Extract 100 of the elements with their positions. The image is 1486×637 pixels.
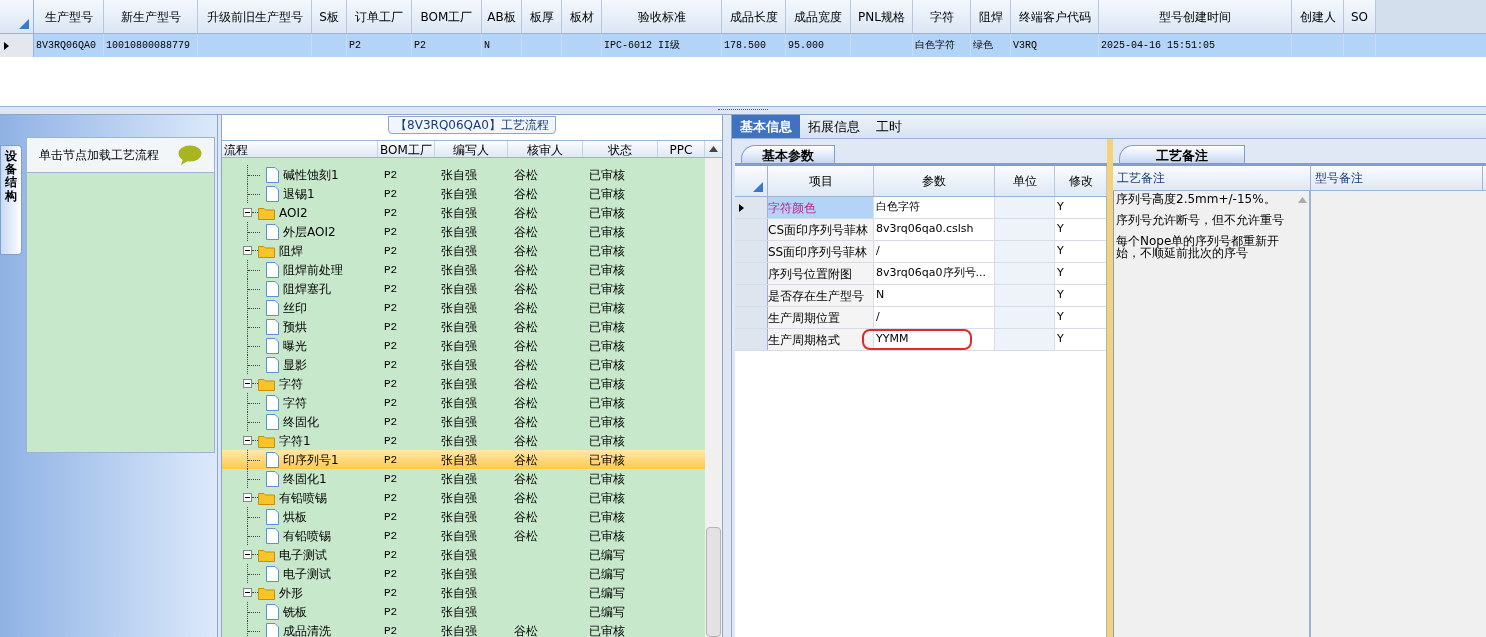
column-header[interactable]: 创建人: [1292, 0, 1344, 33]
tree-row[interactable]: 字符 P2 张自强 谷松 已审核: [222, 374, 705, 393]
table-cell-text: Y: [1056, 221, 1065, 238]
tree-row[interactable]: 退锡1 P2 张自强 谷松 已审核: [222, 184, 705, 203]
table-cell: 已审核: [589, 338, 625, 353]
table-row[interactable]: 是否存在生产型号 N Y: [735, 285, 1106, 307]
table-cell: SS面印序列号菲林: [768, 241, 874, 262]
table-row[interactable]: 8V3RQ06QA0 10010800088779 P2 P2 N IPC-6012 II级 178.500 95.000 白色字符 绿色 V3RQ 2025-04-16 15:51:05: [0, 34, 1486, 57]
column-header[interactable]: 流程: [222, 141, 378, 157]
note-text: 序列号高度2.5mm+/-15%。: [1116, 193, 1277, 205]
tree-row[interactable]: 碱性蚀刻1 P2 张自强 谷松 已审核: [222, 165, 705, 184]
tab[interactable]: 工时: [868, 115, 910, 138]
column-header[interactable]: 成品长度: [722, 0, 786, 33]
table-cell: 张自强: [441, 167, 477, 182]
collapse-icon[interactable]: [243, 550, 252, 559]
column-header[interactable]: 终端客户代码: [1011, 0, 1099, 33]
column-header[interactable]: 型号创建时间: [1099, 0, 1292, 33]
table-cell: 张自强: [441, 452, 477, 467]
tree-row[interactable]: 铣板 P2 张自强 已编写: [222, 602, 705, 621]
column-header[interactable]: 板厚: [522, 0, 562, 33]
table-row[interactable]: CS面印序列号菲林 8v3rq06qa0.cslsh Y: [735, 219, 1106, 241]
column-header[interactable]: S板: [312, 0, 347, 33]
tree-row[interactable]: 阻焊塞孔 P2 张自强 谷松 已审核: [222, 279, 705, 298]
table-row[interactable]: SS面印序列号菲林 / Y: [735, 241, 1106, 263]
collapse-icon[interactable]: [243, 588, 252, 597]
column-header[interactable]: 成品宽度: [786, 0, 851, 33]
tree-row[interactable]: 电子测试 P2 张自强 已编写: [222, 545, 705, 564]
scroll-up-icon[interactable]: [709, 146, 718, 152]
tree-row[interactable]: 阻焊 P2 张自强 谷松 已审核: [222, 241, 705, 260]
document-icon: [266, 280, 279, 297]
tree-group-label: 字符1: [279, 432, 311, 450]
column-header[interactable]: 阻焊: [971, 0, 1011, 33]
column-header[interactable]: 参数: [874, 166, 995, 196]
column-header[interactable]: AB板: [482, 0, 522, 33]
table-cell: 张自强: [441, 414, 477, 429]
collapse-icon[interactable]: [243, 246, 252, 255]
table-cell: P2: [384, 169, 398, 182]
vertical-tab[interactable]: 设备结构: [0, 145, 22, 255]
tree-row[interactable]: 成品清洗 P2 张自强 谷松 已审核: [222, 621, 705, 637]
column-header[interactable]: BOM工厂: [378, 141, 435, 157]
tree-row[interactable]: 终固化1 P2 张自强 谷松 已审核: [222, 469, 705, 488]
column-header[interactable]: 验收标准: [602, 0, 722, 33]
table-row[interactable]: 序列号位置附图 8v3rq06qa0序列号... Y: [735, 263, 1106, 285]
collapse-icon[interactable]: [243, 208, 252, 217]
tab[interactable]: 工艺备注: [1119, 145, 1245, 163]
tab[interactable]: 基本信息: [732, 115, 800, 138]
column-header[interactable]: PPC: [658, 141, 705, 157]
tree-row[interactable]: 烘板 P2 张自强 谷松 已审核: [222, 507, 705, 526]
table-cell: P2: [384, 511, 398, 524]
tree-row[interactable]: 外形 P2 张自强 已编写: [222, 583, 705, 602]
collapse-icon[interactable]: [243, 436, 252, 445]
column-header[interactable]: 核审人: [508, 141, 583, 157]
tree-row[interactable]: 外层AOI2 P2 张自强 谷松 已审核: [222, 222, 705, 241]
column-header[interactable]: 型号备注: [1311, 166, 1483, 190]
tree-row[interactable]: 电子测试 P2 张自强 已编写: [222, 564, 705, 583]
tree-row[interactable]: 曝光 P2 张自强 谷松 已审核: [222, 336, 705, 355]
scrollbar[interactable]: [705, 158, 722, 637]
tree-row[interactable]: 预烘 P2 张自强 谷松 已审核: [222, 317, 705, 336]
column-header[interactable]: 升级前旧生产型号: [198, 0, 312, 33]
column-header[interactable]: 字符: [913, 0, 971, 33]
table-row[interactable]: 字符颜色 白色字符 Y: [735, 197, 1106, 219]
column-header[interactable]: 单位: [995, 166, 1055, 196]
column-header[interactable]: 生产型号: [34, 0, 104, 33]
row-header[interactable]: [0, 34, 34, 57]
table-row[interactable]: 生产周期格式 YYMM Y: [735, 329, 1106, 351]
column-header[interactable]: 新生产型号: [104, 0, 198, 33]
splitter-grip[interactable]: [718, 109, 768, 112]
table-row[interactable]: 生产周期位置 / Y: [735, 307, 1106, 329]
table-cell: P2: [384, 435, 398, 448]
column-header[interactable]: 编写人: [435, 141, 508, 157]
tab[interactable]: 基本参数: [741, 145, 835, 163]
column-header[interactable]: PNL规格: [851, 0, 913, 33]
document-icon: [266, 185, 279, 202]
tree-row[interactable]: 丝印 P2 张自强 谷松 已审核: [222, 298, 705, 317]
column-header[interactable]: BOM工厂: [412, 0, 482, 33]
tree-item-label: 曝光: [283, 337, 307, 355]
tree-row[interactable]: AOI2 P2 张自强 谷松 已审核: [222, 203, 705, 222]
tree-row[interactable]: 终固化 P2 张自强 谷松 已审核: [222, 412, 705, 431]
column-header[interactable]: 状态: [583, 141, 658, 157]
collapse-icon[interactable]: [243, 493, 252, 502]
tree-row[interactable]: 字符1 P2 张自强 谷松 已审核: [222, 431, 705, 450]
folder-icon: [258, 376, 275, 391]
table-cell: 张自强: [441, 281, 477, 296]
row-header[interactable]: [735, 197, 768, 218]
tree-row[interactable]: 有铅喷锡 P2 张自强 谷松 已审核: [222, 488, 705, 507]
column-header[interactable]: 工艺备注: [1113, 166, 1311, 190]
column-header[interactable]: 板材: [562, 0, 602, 33]
collapse-icon[interactable]: [243, 379, 252, 388]
table-cell: 已审核: [589, 623, 625, 637]
tree-row[interactable]: 字符 P2 张自强 谷松 已审核: [222, 393, 705, 412]
tree-row[interactable]: 阻焊前处理 P2 张自强 谷松 已审核: [222, 260, 705, 279]
tree-row[interactable]: 显影 P2 张自强 谷松 已审核: [222, 355, 705, 374]
tree-row[interactable]: 有铅喷锡 P2 张自强 谷松 已审核: [222, 526, 705, 545]
table-cell-text: Y: [1056, 199, 1065, 216]
tree-row[interactable]: 印序列号1 P2 张自强 谷松 已审核: [222, 450, 705, 469]
table-cell: [995, 285, 1055, 306]
column-header[interactable]: 订单工厂: [347, 0, 412, 33]
column-header[interactable]: 项目: [768, 166, 874, 196]
tab[interactable]: 拓展信息: [800, 115, 868, 138]
table-cell: P2: [384, 549, 398, 562]
